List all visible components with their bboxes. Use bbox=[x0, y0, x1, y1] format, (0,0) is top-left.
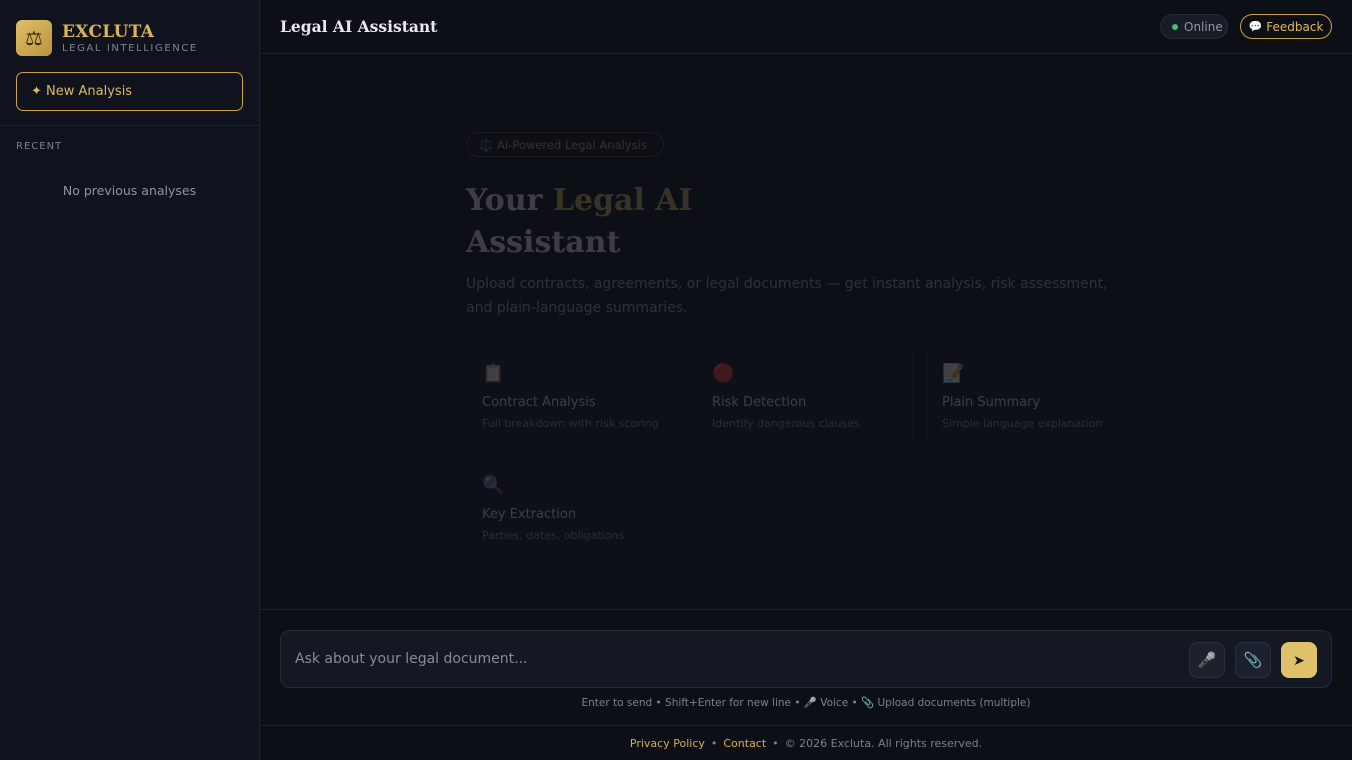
hero-title-accent: Legal AI bbox=[552, 183, 693, 218]
memo-icon: 📝 bbox=[942, 363, 965, 384]
card-title: Key Extraction bbox=[482, 507, 577, 522]
composer-hint: Enter to send • Shift+Enter for new line… bbox=[581, 697, 1031, 709]
footer: Privacy Policy • Contact • © 2026 Excluta. A… bbox=[260, 737, 1352, 750]
send-button[interactable]: ➤ bbox=[1281, 642, 1317, 678]
feature-card-plain-summary[interactable]: 📝 Plain Summary Simple language explanat… bbox=[926, 348, 1144, 446]
status-badge: Online bbox=[1160, 14, 1228, 39]
paperclip-icon: 📎 bbox=[1243, 652, 1263, 669]
feedback-label: Feedback bbox=[1266, 19, 1324, 34]
online-dot-icon bbox=[1172, 23, 1178, 30]
feature-card-contract-analysis[interactable]: 📋 Contract Analysis Full breakdown with … bbox=[466, 348, 684, 446]
sidebar-divider bbox=[0, 125, 259, 126]
send-arrow-icon: ➤ bbox=[1293, 651, 1305, 668]
empty-history-text: No previous analyses bbox=[62, 183, 197, 198]
red-circle-icon: 🔴 bbox=[712, 363, 735, 384]
feedback-button[interactable]: 💬 Feedback bbox=[1240, 14, 1332, 39]
hero-title-prefix: Your bbox=[466, 183, 553, 218]
feature-card-risk-detection[interactable]: 🔴 Risk Detection Identify dangerous clau… bbox=[696, 348, 914, 446]
card-title: Contract Analysis bbox=[482, 395, 596, 410]
composer-divider bbox=[260, 609, 1352, 610]
message-composer: 🎤 📎 ➤ bbox=[280, 630, 1332, 688]
hero-badge: ⚖️ AI-Powered Legal Analysis bbox=[466, 132, 664, 157]
magnifier-icon: 🔍 bbox=[482, 475, 505, 496]
recent-heading: RECENT bbox=[16, 141, 63, 152]
hero-title-suffix: Assistant bbox=[466, 225, 621, 260]
sidebar: ⚖ EXCLUTA LEGAL INTELLIGENCE ✦ New Analy… bbox=[0, 0, 260, 760]
brand-text: EXCLUTA LEGAL INTELLIGENCE bbox=[62, 22, 198, 55]
page-title: Legal AI Assistant bbox=[280, 17, 438, 36]
brand-tagline: LEGAL INTELLIGENCE bbox=[62, 42, 198, 54]
hero-subtitle: Upload contracts, agreements, or legal d… bbox=[466, 276, 1108, 316]
hero-title: Your Legal AI Assistant bbox=[466, 180, 766, 264]
privacy-policy-link[interactable]: Privacy Policy bbox=[630, 737, 705, 750]
voice-button[interactable]: 🎤 bbox=[1189, 642, 1225, 678]
footer-separator: • bbox=[772, 737, 779, 750]
feature-card-key-extraction[interactable]: 🔍 Key Extraction Parties, dates, obligat… bbox=[466, 460, 684, 558]
card-description: Simple language explanation bbox=[942, 417, 1103, 430]
footer-divider bbox=[260, 725, 1352, 726]
clipboard-icon: 📋 bbox=[482, 363, 505, 384]
card-description: Identify dangerous clauses bbox=[712, 417, 860, 430]
speech-bubble-icon: 💬 bbox=[1248, 20, 1263, 33]
scales-icon: ⚖ bbox=[16, 20, 52, 56]
new-analysis-button[interactable]: ✦ New Analysis bbox=[16, 72, 243, 111]
attach-button[interactable]: 📎 bbox=[1235, 642, 1271, 678]
brand[interactable]: ⚖ EXCLUTA LEGAL INTELLIGENCE bbox=[16, 20, 198, 56]
message-input[interactable] bbox=[295, 646, 1175, 672]
status-text: Online bbox=[1184, 19, 1223, 34]
card-title: Risk Detection bbox=[712, 395, 807, 410]
footer-separator: • bbox=[710, 737, 718, 750]
brand-name: EXCLUTA bbox=[62, 21, 155, 42]
microphone-icon: 🎤 bbox=[1197, 652, 1217, 669]
top-bar: Legal AI Assistant Online 💬 Feedback bbox=[260, 0, 1352, 54]
contact-link[interactable]: Contact bbox=[723, 737, 766, 750]
card-title: Plain Summary bbox=[942, 395, 1041, 410]
copyright-text: © 2026 Excluta. All rights reserved. bbox=[784, 737, 983, 750]
card-description: Parties, dates, obligations bbox=[482, 529, 625, 542]
card-description: Full breakdown with risk scoring bbox=[482, 417, 659, 430]
